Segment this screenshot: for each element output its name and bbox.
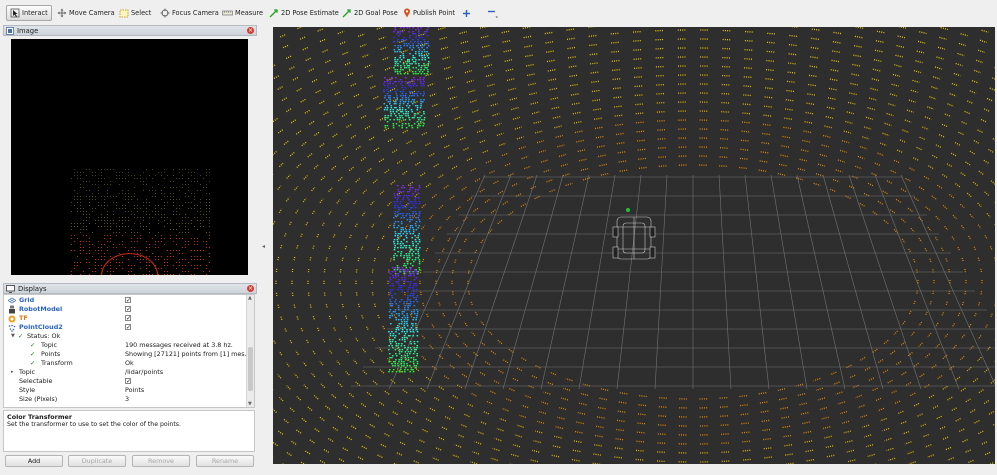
tf-icon (8, 315, 16, 323)
description-text: Set the transformer to use to set the co… (7, 421, 251, 428)
display-label-tf: TF (19, 314, 28, 323)
status-topic-label: Topic (41, 341, 57, 350)
checkbox-tf[interactable]: ✓ (125, 315, 131, 321)
checkmark-icon: ✓ (18, 332, 23, 341)
style-label: Style (19, 386, 35, 395)
focus-camera-icon (160, 8, 170, 18)
2d-goal-pose-tool-button[interactable]: 2D Goal Pose (339, 5, 401, 21)
status-topic-value: 190 messages received at 3.8 hz. (125, 341, 233, 350)
scroll-down-icon[interactable]: ▼ (248, 401, 252, 407)
checkbox-robotmodel[interactable]: ✓ (125, 306, 131, 312)
display-row-tf[interactable]: TF ✓ (4, 314, 248, 323)
cursor-icon (10, 8, 20, 18)
3d-viewport[interactable] (273, 27, 995, 464)
topic-row[interactable]: ▸ Topic /lidar/points (4, 368, 248, 377)
close-icon[interactable]: × (247, 27, 254, 34)
display-label-robotmodel: RobotModel (19, 305, 62, 314)
image-panel-title: Image (17, 27, 38, 35)
displays-panel-header: Displays × (3, 283, 257, 294)
scroll-up-icon[interactable]: ▲ (248, 295, 252, 301)
select-box-icon (119, 9, 129, 18)
remove-button[interactable]: Remove (132, 455, 190, 467)
green-arrow-icon (269, 8, 279, 18)
checkbox-pointcloud2[interactable]: ✓ (125, 324, 131, 330)
image-panel-icon (6, 27, 14, 35)
publish-point-label: Publish Point (413, 9, 455, 17)
scrollbar-thumb[interactable] (248, 347, 253, 391)
green-arrow-icon (342, 8, 352, 18)
select-label: Select (131, 9, 151, 17)
focus-camera-tool-button[interactable]: Focus Camera (157, 5, 222, 21)
property-description: Color Transformer Set the transformer to… (3, 410, 255, 452)
display-row-grid[interactable]: Grid ✓ (4, 296, 248, 305)
robot-icon (8, 305, 16, 314)
interact-tool-button[interactable]: Interact (6, 5, 52, 21)
status-topic-row[interactable]: ✓ Topic 190 messages received at 3.8 hz. (4, 341, 248, 350)
2d-goal-pose-label: 2D Goal Pose (354, 9, 398, 17)
checkmark-icon: ✓ (30, 350, 35, 359)
status-label: Status: Ok (27, 332, 60, 341)
move-camera-icon (57, 8, 67, 18)
2d-pose-estimate-tool-button[interactable]: 2D Pose Estimate (266, 5, 342, 21)
description-title: Color Transformer (7, 413, 251, 421)
camera-image (11, 39, 248, 275)
image-panel-header: Image × (3, 25, 257, 36)
select-tool-button[interactable]: Select (116, 5, 154, 21)
display-row-pointcloud2[interactable]: PointCloud2 ✓ (4, 323, 248, 332)
remove-tool-button[interactable] (484, 5, 502, 21)
display-label-pointcloud2: PointCloud2 (19, 323, 63, 332)
size-label: Size (Pixels) (19, 395, 57, 404)
displays-tree: Grid ✓ RobotModel ✓ TF ✓ PointCloud2 ✓ ▼… (3, 294, 255, 408)
status-transform-label: Transform (41, 359, 73, 368)
displays-panel-title: Displays (18, 285, 47, 293)
status-row[interactable]: ▼ ✓ Status: Ok (4, 332, 248, 341)
style-value[interactable]: Points (125, 386, 144, 395)
duplicate-button[interactable]: Duplicate (68, 455, 126, 467)
checkbox-grid[interactable]: ✓ (125, 297, 131, 303)
measure-tool-button[interactable]: Measure (219, 5, 266, 21)
displays-scrollbar[interactable]: ▲ ▼ (246, 295, 254, 407)
checkmark-icon: ✓ (30, 341, 35, 350)
status-points-label: Points (41, 350, 60, 359)
size-value[interactable]: 3 (125, 395, 129, 404)
status-transform-row[interactable]: ✓ Transform Ok (4, 359, 248, 368)
panel-splitter-handle[interactable]: ◂ (262, 243, 265, 250)
display-row-robotmodel[interactable]: RobotModel ✓ (4, 305, 248, 314)
status-points-row[interactable]: ✓ Points Showing [27121] points from [1]… (4, 350, 248, 359)
ruler-icon (222, 9, 233, 17)
interact-label: Interact (22, 9, 48, 17)
publish-point-tool-button[interactable]: Publish Point (400, 5, 458, 21)
expand-arrow-icon[interactable]: ▼ (11, 332, 15, 341)
grid-icon (8, 297, 16, 304)
toolbar: Interact Move Camera Select Focus Camera… (0, 0, 997, 26)
close-icon[interactable]: × (247, 285, 254, 292)
monitor-icon (6, 285, 15, 293)
map-pin-icon (403, 8, 411, 18)
2d-pose-estimate-label: 2D Pose Estimate (281, 9, 339, 17)
topic-label: Topic (19, 368, 35, 377)
selectable-label: Selectable (19, 377, 52, 386)
style-row[interactable]: Style Points (4, 386, 248, 395)
status-points-value: Showing [27121] points from [1] mes... (125, 350, 251, 359)
move-camera-label: Move Camera (69, 9, 115, 17)
size-row[interactable]: Size (Pixels) 3 (4, 395, 248, 404)
3d-scene (273, 27, 995, 464)
checkmark-icon: ✓ (30, 359, 35, 368)
minus-icon (487, 7, 499, 19)
rename-button[interactable]: Rename (196, 455, 254, 467)
measure-label: Measure (235, 9, 263, 17)
camera-image-view (11, 39, 248, 275)
expand-arrow-icon[interactable]: ▸ (11, 368, 14, 377)
status-transform-value: Ok (125, 359, 134, 368)
display-label-grid: Grid (19, 296, 34, 305)
add-button[interactable]: Add (5, 455, 63, 467)
topic-value[interactable]: /lidar/points (125, 368, 163, 377)
move-camera-tool-button[interactable]: Move Camera (54, 5, 118, 21)
checkbox-selectable[interactable]: ✓ (125, 378, 131, 384)
add-tool-button[interactable] (459, 5, 474, 21)
focus-camera-label: Focus Camera (172, 9, 219, 17)
plus-icon (462, 9, 471, 18)
selectable-row[interactable]: Selectable ✓ (4, 377, 248, 386)
pointcloud-icon (8, 324, 16, 332)
